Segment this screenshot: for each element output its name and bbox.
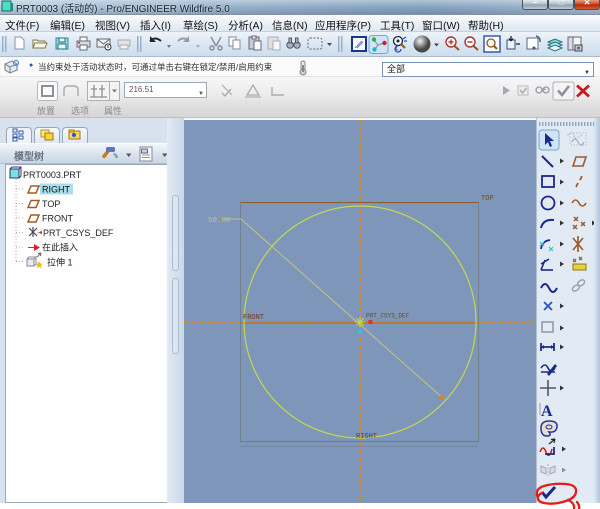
svg-text:拉伸 1: 拉伸 1 xyxy=(47,257,73,268)
svg-text:PRT0003.PRT: PRT0003.PRT xyxy=(23,170,82,180)
svg-text:FRONT: FRONT xyxy=(243,314,264,322)
svg-text:PRT_CSYS_DEF: PRT_CSYS_DEF xyxy=(43,228,114,238)
svg-text:FRONT: FRONT xyxy=(42,214,73,224)
svg-text:50.00: 50.00 xyxy=(208,217,231,225)
svg-text:RIGHT: RIGHT xyxy=(356,433,377,441)
svg-text:PRT_CSYS_DEF: PRT_CSYS_DEF xyxy=(366,313,410,320)
svg-text:TOP: TOP xyxy=(42,199,60,209)
svg-text:A: A xyxy=(541,403,553,420)
svg-text:在此插入: 在此插入 xyxy=(42,242,78,253)
svg-text:RIGHT: RIGHT xyxy=(42,185,71,195)
svg-text:TOP: TOP xyxy=(481,195,494,203)
